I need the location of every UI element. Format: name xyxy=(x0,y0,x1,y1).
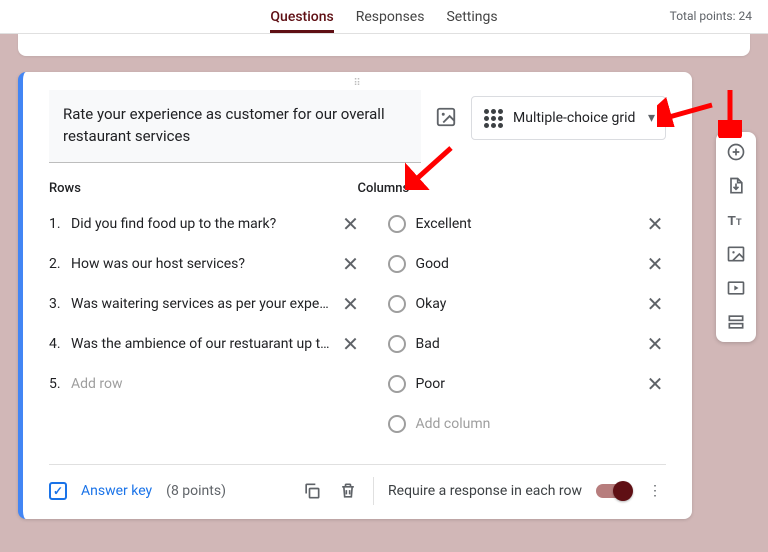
radio-icon xyxy=(388,215,406,233)
grid-column: Okay ✕ xyxy=(388,284,666,324)
grid-row: 1. Did you find food up to the mark? ✕ xyxy=(49,204,362,244)
row-text-input[interactable]: Was waitering services as per your expe… xyxy=(71,296,330,312)
video-icon xyxy=(726,278,746,298)
grid-icon xyxy=(484,109,503,128)
grid-column: Poor ✕ xyxy=(388,364,666,404)
answer-key-button[interactable]: Answer key xyxy=(81,483,152,499)
answer-key-icon: ✓ xyxy=(49,482,67,500)
add-row-placeholder: Add row xyxy=(71,376,362,392)
delete-column-button[interactable]: ✕ xyxy=(644,252,666,276)
add-question-button[interactable] xyxy=(726,142,746,162)
svg-text:T: T xyxy=(736,217,742,227)
columns-column: Excellent ✕ Good ✕ Okay ✕ Bad ✕ xyxy=(388,204,666,444)
drag-handle-icon[interactable]: ⠿ xyxy=(353,78,361,89)
columns-label: Columns xyxy=(358,181,667,196)
add-column-placeholder: Add column xyxy=(416,416,666,432)
points-label: (8 points) xyxy=(166,483,226,499)
more-options-button[interactable]: ⋮ xyxy=(644,480,666,502)
delete-row-button[interactable]: ✕ xyxy=(340,252,362,276)
row-number: 2. xyxy=(49,256,61,272)
delete-column-button[interactable]: ✕ xyxy=(644,372,666,396)
add-row[interactable]: 5. Add row xyxy=(49,364,362,404)
question-type-dropdown[interactable]: Multiple-choice grid ▾ xyxy=(471,96,666,140)
radio-icon xyxy=(388,335,406,353)
grid-column: Good ✕ xyxy=(388,244,666,284)
floating-toolbar: TT xyxy=(716,132,756,342)
row-number: 3. xyxy=(49,296,61,312)
total-points-label: Total points: 24 xyxy=(670,9,752,23)
add-video-button[interactable] xyxy=(726,278,746,298)
row-number: 5. xyxy=(49,376,61,392)
rows-column: 1. Did you find food up to the mark? ✕ 2… xyxy=(49,204,362,444)
column-text-input[interactable]: Bad xyxy=(416,336,634,352)
tab-settings[interactable]: Settings xyxy=(446,1,497,33)
add-image-toolbar-button[interactable] xyxy=(726,244,746,264)
grid-row: 4. Was the ambience of our restuarant up… xyxy=(49,324,362,364)
tab-questions[interactable]: Questions xyxy=(270,1,333,33)
delete-row-button[interactable]: ✕ xyxy=(340,292,362,316)
duplicate-button[interactable] xyxy=(301,480,323,502)
copy-icon xyxy=(302,481,322,501)
dropdown-caret-icon: ▾ xyxy=(648,110,655,126)
grid-column: Bad ✕ xyxy=(388,324,666,364)
section-icon xyxy=(726,312,746,332)
import-icon xyxy=(726,176,746,196)
grid-row: 2. How was our host services? ✕ xyxy=(49,244,362,284)
column-text-input[interactable]: Good xyxy=(416,256,634,272)
add-title-button[interactable]: TT xyxy=(726,210,746,230)
radio-icon xyxy=(388,375,406,393)
question-title-input[interactable]: Rate your experience as customer for our… xyxy=(49,90,421,163)
delete-row-button[interactable]: ✕ xyxy=(340,212,362,236)
radio-icon xyxy=(388,255,406,273)
question-type-label: Multiple-choice grid xyxy=(513,110,635,126)
image-icon xyxy=(726,244,746,264)
require-toggle[interactable] xyxy=(596,484,630,498)
text-icon: TT xyxy=(726,210,746,230)
row-number: 1. xyxy=(49,216,61,232)
delete-column-button[interactable]: ✕ xyxy=(644,292,666,316)
column-text-input[interactable]: Poor xyxy=(416,376,634,392)
row-text-input[interactable]: How was our host services? xyxy=(71,256,330,272)
column-text-input[interactable]: Okay xyxy=(416,296,634,312)
add-column[interactable]: Add column xyxy=(388,404,666,444)
grid-row: 3. Was waitering services as per your ex… xyxy=(49,284,362,324)
top-tabs-bar: Questions Responses Settings Total point… xyxy=(0,0,768,34)
grid-column: Excellent ✕ xyxy=(388,204,666,244)
add-image-button[interactable] xyxy=(435,106,457,128)
tab-responses[interactable]: Responses xyxy=(356,1,425,33)
svg-text:T: T xyxy=(728,213,736,228)
row-text-input[interactable]: Did you find food up to the mark? xyxy=(71,216,330,232)
delete-row-button[interactable]: ✕ xyxy=(340,332,362,356)
row-text-input[interactable]: Was the ambience of our restuarant up t… xyxy=(71,336,330,352)
previous-card-peek xyxy=(18,34,750,56)
delete-column-button[interactable]: ✕ xyxy=(644,212,666,236)
row-number: 4. xyxy=(49,336,61,352)
trash-icon xyxy=(338,481,358,501)
add-section-button[interactable] xyxy=(726,312,746,332)
rows-label: Rows xyxy=(49,181,358,196)
delete-button[interactable] xyxy=(337,480,359,502)
question-card: ⠿ Rate your experience as customer for o… xyxy=(18,72,692,519)
radio-icon xyxy=(388,295,406,313)
delete-column-button[interactable]: ✕ xyxy=(644,332,666,356)
footer-divider xyxy=(373,477,374,505)
image-icon xyxy=(435,106,457,128)
radio-icon xyxy=(388,415,406,433)
column-text-input[interactable]: Excellent xyxy=(416,216,634,232)
plus-circle-icon xyxy=(726,142,746,162)
import-question-button[interactable] xyxy=(726,176,746,196)
require-label: Require a response in each row xyxy=(388,483,582,499)
